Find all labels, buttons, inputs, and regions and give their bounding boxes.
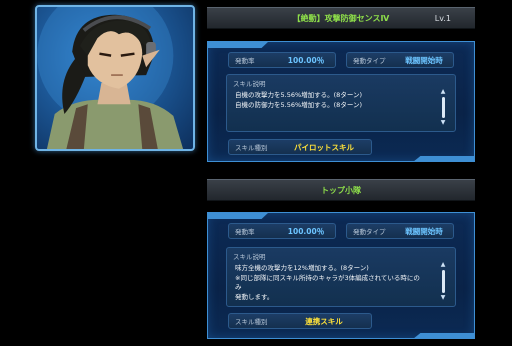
skill1-level: Lv.1 [434,13,451,23]
panel-corner-decoration [413,333,475,339]
skill1-header: 【絶動】攻撃防御センスⅣ Lv.1 [207,7,475,29]
skill1-type-field: 発動タイプ 戦闘開始時 [346,52,454,68]
skill2-kind-field: スキル種別 連携スキル [228,313,372,329]
scroll-up-icon[interactable]: ▲ [441,262,446,268]
panel-corner-decoration [207,41,269,48]
scroll-up-icon[interactable]: ▲ [441,89,446,95]
description-scrollbar[interactable]: ▲ ▼ [438,262,448,301]
scroll-thumb[interactable] [441,97,445,118]
skill1-kind-field: スキル種別 パイロットスキル [228,139,372,155]
skill1-rate-field: 発動率 100.00％ [228,52,336,68]
skill2-panel: 発動率 100.00％ 発動タイプ 戦闘開始時 スキル説明 味方全機の攻撃力を1… [207,212,475,339]
pilot-illustration [37,7,184,149]
rate-value: 100.00％ [287,55,325,65]
type-value: 戦闘開始時 [405,226,443,236]
skill2-header: トップ小隊 [207,179,475,201]
kind-label: スキル種別 [235,144,268,152]
rate-label: 発動率 [235,228,255,236]
type-label: 発動タイプ [353,228,386,236]
skill2-title: トップ小隊 [321,185,361,195]
scroll-thumb[interactable] [441,270,445,293]
rate-label: 発動率 [235,57,255,65]
kind-label: スキル種別 [235,318,268,326]
skill1-description-box: スキル説明 自機の攻撃力を5.56%増加する。(8ターン) 自機の防御力を5.5… [226,74,456,132]
rate-value: 100.00％ [287,226,325,236]
scroll-down-icon[interactable]: ▼ [441,120,446,126]
panel-corner-decoration [413,156,475,162]
panel-corner-decoration [207,212,269,219]
character-portrait [35,5,195,151]
type-label: 発動タイプ [353,57,386,65]
skill2-rate-field: 発動率 100.00％ [228,223,336,239]
scroll-down-icon[interactable]: ▼ [441,295,446,301]
description-label: スキル説明 [233,253,266,261]
description-label: スキル説明 [233,80,266,88]
kind-value: 連携スキル [305,316,343,326]
skill2-description-text: 味方全機の攻撃力を12%増加する。(8ターン) ※同じ部隊に同スキル所持のキャラ… [235,264,420,301]
skill1-title: 【絶動】攻撃防御センスⅣ [292,13,390,23]
type-value: 戦闘開始時 [405,55,443,65]
skill2-type-field: 発動タイプ 戦闘開始時 [346,223,454,239]
description-scrollbar[interactable]: ▲ ▼ [438,89,448,126]
kind-value: パイロットスキル [294,142,354,152]
skill1-panel: 発動率 100.00％ 発動タイプ 戦闘開始時 スキル説明 自機の攻撃力を5.5… [207,41,475,162]
skill2-description-box: スキル説明 味方全機の攻撃力を12%増加する。(8ターン) ※同じ部隊に同スキル… [226,247,456,307]
skill1-description-text: 自機の攻撃力を5.56%増加する。(8ターン) 自機の防御力を5.56%増加する… [235,91,363,109]
